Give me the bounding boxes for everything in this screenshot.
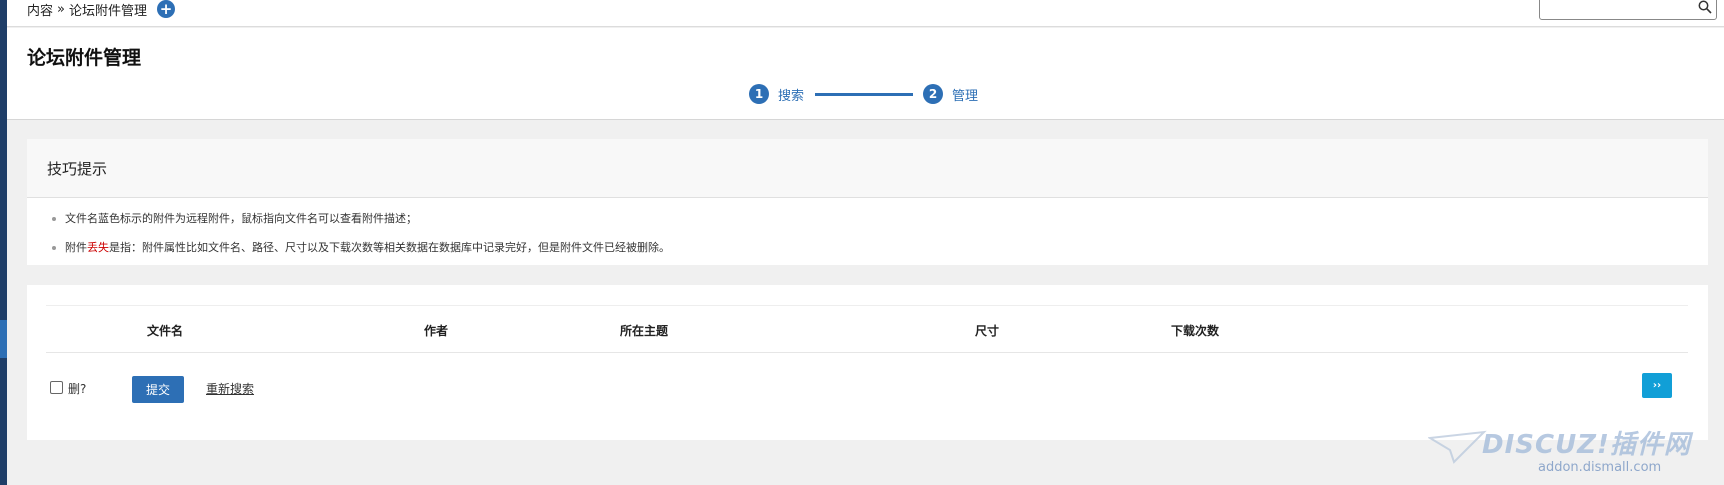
tips-panel: 技巧提示 文件名蓝色标示的附件为远程附件，鼠标指向文件名可以查看附件描述； 附件…	[27, 139, 1708, 265]
col-thread: 所在主题	[620, 324, 669, 338]
search-icon[interactable]	[1698, 0, 1712, 14]
col-size: 尺寸	[975, 324, 1000, 338]
actions-row: 删? 提交 重新搜索 ››	[46, 373, 1688, 403]
tips-list: 文件名蓝色标示的附件为远程附件，鼠标指向文件名可以查看附件描述； 附件丢失是指：…	[27, 198, 1708, 269]
sidebar-active-marker	[0, 320, 7, 358]
breadcrumb-separator: »	[57, 1, 65, 17]
search-input[interactable]	[1539, 0, 1717, 20]
tip-suffix: 是指：附件属性比如文件名、路径、尺寸以及下载次数等相关数据在数据库中记录完好，但…	[109, 241, 670, 254]
breadcrumb-current: 论坛附件管理	[68, 3, 147, 19]
page-title: 论坛附件管理	[27, 47, 142, 69]
col-author: 作者	[424, 324, 449, 338]
breadcrumb: 内容 » 论坛附件管理 +	[27, 0, 175, 19]
table-header: 文件名 作者 所在主题 尺寸 下载次数	[46, 305, 1688, 353]
step-2-number: 2	[923, 84, 944, 104]
delete-checkbox[interactable]	[50, 381, 63, 394]
col-filename: 文件名	[147, 324, 184, 338]
tip-item: 文件名蓝色标示的附件为远程附件，鼠标指向文件名可以查看附件描述；	[49, 211, 1708, 240]
watermark-text: DISCUZ!插件网	[1482, 430, 1691, 460]
col-downloads: 下载次数	[1171, 324, 1220, 338]
tip-prefix: 附件	[65, 241, 87, 254]
step-indicator: 1 搜索 2 管理	[749, 82, 978, 106]
breadcrumb-root[interactable]: 内容	[27, 0, 53, 19]
delete-label: 删?	[68, 382, 87, 396]
paper-plane-icon	[1428, 430, 1487, 464]
attachments-panel: 文件名 作者 所在主题 尺寸 下载次数 删? 提交 重新搜索 ››	[27, 285, 1708, 440]
reset-search-link[interactable]: 重新搜索	[206, 380, 254, 397]
watermark-logo: DISCUZ!插件网 addon.dismall.com	[1428, 420, 1718, 480]
step-1-label: 搜索	[778, 88, 805, 104]
left-sidebar-strip	[0, 0, 7, 485]
step-2-label: 管理	[952, 88, 979, 104]
submit-button[interactable]: 提交	[132, 376, 184, 403]
add-shortcut-icon[interactable]: +	[157, 0, 175, 18]
tip-item: 附件丢失是指：附件属性比如文件名、路径、尺寸以及下载次数等相关数据在数据库中记录…	[49, 240, 1708, 269]
step-connector	[815, 92, 914, 96]
tip-highlight: 丢失	[87, 241, 109, 254]
next-page-button[interactable]: ››	[1642, 373, 1672, 398]
step-1-number: 1	[749, 84, 769, 104]
watermark-url: addon.dismall.com	[1538, 460, 1662, 475]
top-bar: 内容 » 论坛附件管理 +	[7, 0, 1724, 27]
page-header: 论坛附件管理 1 搜索 2 管理	[7, 28, 1724, 120]
tips-title: 技巧提示	[27, 139, 1708, 198]
